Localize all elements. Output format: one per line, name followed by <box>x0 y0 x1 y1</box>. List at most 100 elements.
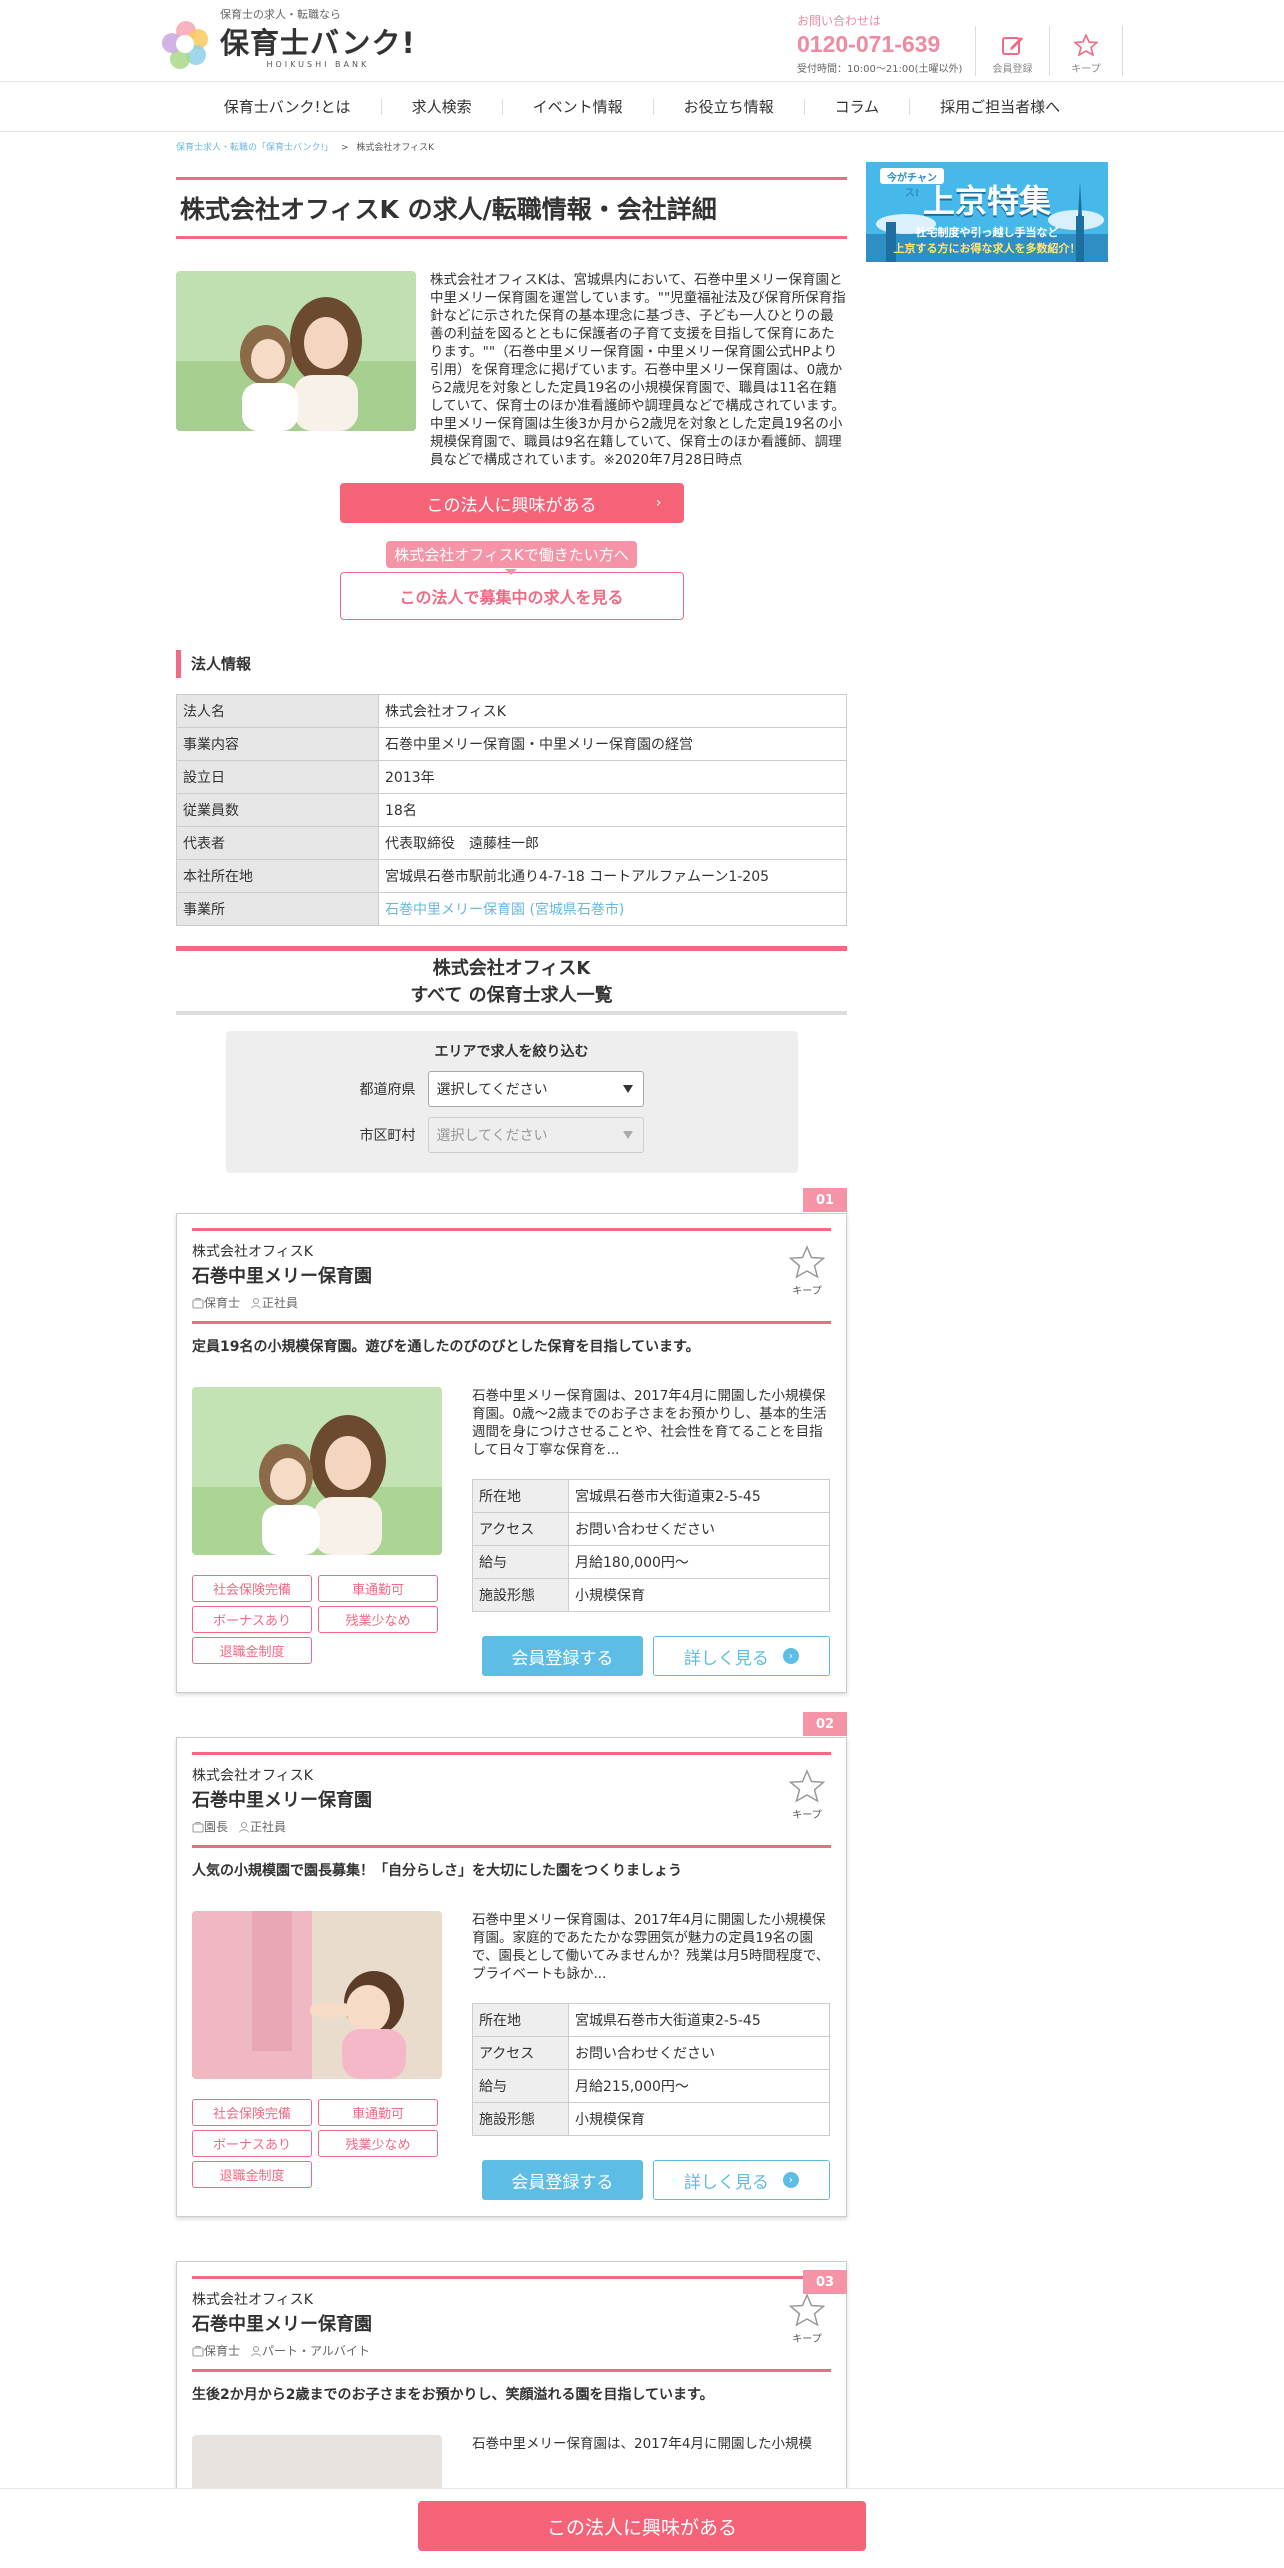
company-intro: 株式会社オフィスKは、宮城県内において、石巻中里メリー保育園と中里メリー保育園を… <box>176 271 847 469</box>
prefecture-select[interactable]: 選択してください <box>427 1071 644 1107</box>
city-select[interactable]: 選択してください <box>427 1117 644 1153</box>
global-nav: 保育士バンク!とは 求人検索 イベント情報 お役立ち情報 コラム 採用ご担当者様… <box>0 82 1284 132</box>
edit-icon <box>1001 37 1023 55</box>
detail-button-label: 詳しく見る <box>683 1648 769 1669</box>
contact-info: お問い合わせは 0120-071-639 受付時間：10:00〜21:00(土曜… <box>797 12 962 75</box>
sidebar: 今がチャンス! 上京特集 社宅制度や引っ越し手当など 上京する方にお得な求人を多… <box>866 162 1108 262</box>
nav-about[interactable]: 保育士バンク!とは <box>194 98 382 115</box>
row-value: 2013年 <box>378 760 847 794</box>
register-header-label: 会員登録 <box>992 64 1033 75</box>
office-link[interactable]: 石巻中里メリー保育園 (宮城県石巻市) <box>385 902 624 918</box>
banner-sub2: 上京する方にお得な求人を多数紹介！ <box>893 242 1081 255</box>
table-row: アクセス お問い合わせください <box>472 1512 830 1546</box>
job-title[interactable]: 石巻中里メリー保育園 <box>192 1262 831 1288</box>
feature-tag: 残業少なめ <box>318 1606 438 1633</box>
banner-title: 上京特集 <box>922 182 1051 220</box>
interest-button-label: この法人に興味がある <box>426 495 597 516</box>
detail-button[interactable]: 詳しく見る › <box>652 2160 830 2200</box>
feature-tag: 社会保険完備 <box>192 1575 312 1602</box>
arrow-circle-icon: › <box>782 1648 799 1664</box>
main-content: 保育士求人・転職の「保育士バンク!」 > 株式会社オフィスK 株式会社オフィスK… <box>176 140 847 2491</box>
sticky-interest-button[interactable]: この法人に興味がある <box>418 2501 866 2551</box>
job-list-heading-company: 株式会社オフィスK <box>432 958 591 979</box>
sticky-footer: この法人に興味がある <box>0 2488 1284 2568</box>
nav-job-search[interactable]: 求人検索 <box>382 98 503 115</box>
job-title[interactable]: 石巻中里メリー保育園 <box>192 1786 831 1812</box>
interest-button[interactable]: この法人に興味がある › <box>339 483 684 523</box>
job-info-table: 所在地 宮城県石巻市大街道東2-5-45 アクセス お問い合わせください 給与 月給1… <box>472 1479 830 1612</box>
dropdown-arrow-icon <box>622 1131 633 1139</box>
job-role: 保育士 <box>204 1296 241 1310</box>
site-logo[interactable]: 保育士バンク! HOIKUSHI BANK <box>162 20 416 69</box>
keep-button[interactable]: キープ <box>788 1245 826 1297</box>
nav-useful-info[interactable]: お役立ち情報 <box>654 98 805 115</box>
contact-phone[interactable]: 0120-071-639 <box>797 31 962 58</box>
row-key: 所在地 <box>472 1479 569 1513</box>
row-value: 月給215,000円～ <box>568 2069 830 2103</box>
row-key: 事業所 <box>176 892 379 926</box>
dropdown-arrow-icon <box>622 1085 633 1093</box>
nav-events[interactable]: イベント情報 <box>503 98 654 115</box>
row-value: お問い合わせください <box>568 1512 830 1546</box>
feature-tag: 退職金制度 <box>192 2161 312 2188</box>
prefecture-label: 都道府県 <box>359 1082 416 1098</box>
table-row: 給与 月給215,000円～ <box>472 2069 830 2103</box>
table-row: 事業内容 石巻中里メリー保育園・中里メリー保育園の経営 <box>176 727 847 761</box>
feature-tag: ボーナスあり <box>192 1606 312 1633</box>
logo-title: 保育士バンク! <box>220 26 416 60</box>
job-tags: 保育士 正社員 <box>192 1294 831 1311</box>
nav-column[interactable]: コラム <box>805 98 911 115</box>
row-value: 小規模保育 <box>568 1578 830 1612</box>
star-icon <box>788 2293 826 2327</box>
prefecture-value: 選択してください <box>436 1082 548 1098</box>
company-photo <box>176 271 416 431</box>
row-key: 所在地 <box>472 2003 569 2037</box>
nav-recruiters[interactable]: 採用ご担当者様へ <box>910 99 1090 115</box>
feature-tag: 残業少なめ <box>318 2130 438 2157</box>
breadcrumb-home[interactable]: 保育士求人・転職の「保育士バンク!」 <box>176 143 333 153</box>
row-value: お問い合わせください <box>568 2036 830 2070</box>
cta-bubble: 株式会社オフィスKで働きたい方へ <box>386 541 637 575</box>
keep-button[interactable]: キープ <box>788 1769 826 1821</box>
register-button[interactable]: 会員登録する <box>482 1636 643 1676</box>
city-value: 選択してください <box>436 1128 548 1144</box>
table-row: 従業員数 18名 <box>176 793 847 827</box>
row-key: 施設形態 <box>472 2102 569 2136</box>
register-header-button[interactable]: 会員登録 <box>975 26 1049 76</box>
job-employment-type: 正社員 <box>262 1296 299 1310</box>
arrow-circle-icon: › <box>782 2172 799 2188</box>
job-role: 園長 <box>204 1820 229 1834</box>
feature-tag: 退職金制度 <box>192 1637 312 1664</box>
table-row: 設立日 2013年 <box>176 760 847 794</box>
row-key: 給与 <box>472 1545 569 1579</box>
star-icon <box>788 1769 826 1803</box>
area-filter: エリアで求人を絞り込む 都道府県 選択してください 市区町村 選択してください <box>225 1031 798 1173</box>
row-value: 株式会社オフィスK <box>378 694 847 728</box>
row-value: 石巻中里メリー保育園・中里メリー保育園の経営 <box>378 727 847 761</box>
table-row: 所在地 宮城県石巻市大街道東2-5-45 <box>472 1479 830 1513</box>
job-employment-type: パート・アルバイト <box>262 2344 370 2358</box>
tokyo-feature-banner[interactable]: 今がチャンス! 上京特集 社宅制度や引っ越し手当など 上京する方にお得な求人を多… <box>866 162 1108 262</box>
row-key: 代表者 <box>176 826 379 860</box>
row-value: 宮城県石巻市大街道東2-5-45 <box>568 2003 830 2037</box>
row-key: 従業員数 <box>176 793 379 827</box>
keep-header-button[interactable]: キープ <box>1049 26 1123 76</box>
chevron-right-icon: › <box>655 495 662 511</box>
job-catchphrase: 生後2か月から2歳までのお子さまをお預かりし、笑顔溢れる園を目指しています。 <box>192 2369 831 2435</box>
job-tags: 園長 正社員 <box>192 1818 831 1835</box>
job-description: 石巻中里メリー保育園は、2017年4月に開園した小規模保育園。家庭的であたたかな… <box>472 1912 830 1982</box>
row-key: 施設形態 <box>472 1578 569 1612</box>
view-jobs-button[interactable]: この法人で募集中の求人を見る <box>339 572 684 620</box>
star-icon <box>788 1245 826 1279</box>
register-button[interactable]: 会員登録する <box>482 2160 643 2200</box>
detail-button[interactable]: 詳しく見る › <box>652 1636 830 1676</box>
logo-flower-icon <box>162 20 210 69</box>
table-row: 施設形態 小規模保育 <box>472 2102 830 2136</box>
row-value: 代表取締役 遠藤桂一郎 <box>378 826 847 860</box>
keep-button[interactable]: キープ <box>788 2293 826 2345</box>
contact-hours: 受付時間：10:00〜21:00(土曜以外) <box>797 64 963 75</box>
job-list-heading-title: すべて の保育士求人一覧 <box>410 985 613 1006</box>
job-title[interactable]: 石巻中里メリー保育園 <box>192 2310 831 2336</box>
briefcase-icon <box>192 1297 204 1308</box>
feature-tag: 社会保険完備 <box>192 2099 312 2126</box>
